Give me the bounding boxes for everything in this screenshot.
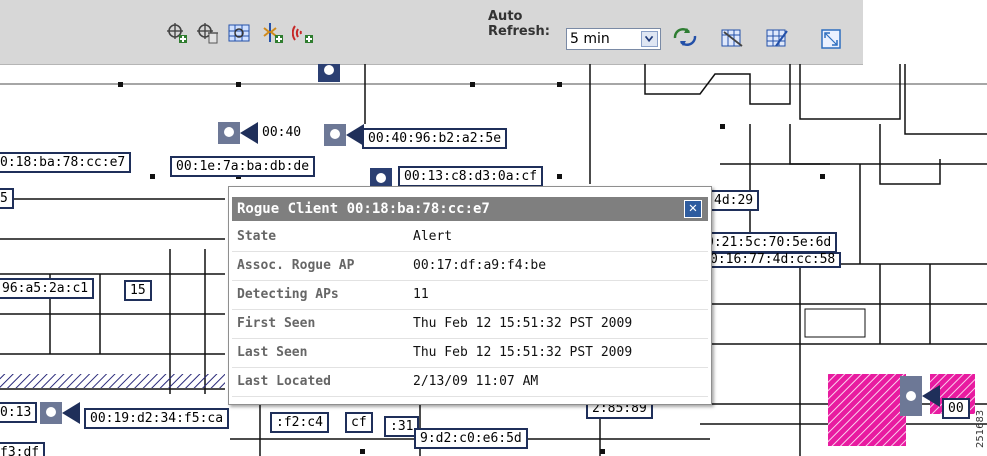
mac-tag[interactable]: 0:21:5c:70:5e:6d [700, 232, 838, 253]
auto-refresh-label: Auto Refresh: [488, 9, 550, 39]
detail-row-detecting-aps: Detecting APs 11 [232, 281, 708, 310]
grid-icon[interactable] [228, 22, 250, 44]
detail-row-assoc-rogue-ap: Assoc. Rogue AP 00:17:df:a9:f4:be [232, 252, 708, 281]
rogue-client-popup: Rogue Client 00:18:ba:78:cc:e7 ✕ State A… [228, 186, 712, 405]
mac-tag[interactable]: 15 [124, 280, 152, 301]
refresh-tools-icon[interactable] [671, 26, 699, 48]
rogue-client-marker[interactable] [900, 376, 940, 416]
detail-row-state: State Alert [232, 223, 708, 252]
detail-label: First Seen [237, 316, 316, 331]
add-marker-icon[interactable] [166, 22, 188, 44]
mac-tag[interactable]: :f2:c4 [270, 412, 329, 433]
figure-code: 251683 [975, 409, 986, 448]
mac-tag[interactable]: 00:19:d2:34:f5:ca [84, 408, 230, 429]
add-trash-icon[interactable] [196, 22, 218, 44]
mac-tag[interactable]: 00 [942, 398, 970, 419]
detail-value: 11 [413, 287, 429, 302]
mac-tag[interactable]: 0:16:77:4d:cc:58 [704, 252, 842, 268]
mac-tag[interactable]: f3:df [0, 442, 46, 456]
mac-tag[interactable]: 4d:29 [708, 190, 760, 211]
mac-tag[interactable]: 0:13 [0, 402, 38, 423]
mac-tag[interactable]: 96:a5:2a:c1 [0, 278, 95, 299]
detail-label: Detecting APs [237, 287, 339, 302]
mac-tag[interactable]: cf [345, 412, 373, 433]
detail-value: Alert [413, 229, 453, 244]
fullscreen-icon[interactable] [820, 28, 842, 50]
mac-tag[interactable]: 00:40 [258, 124, 305, 141]
detail-value: Thu Feb 12 15:51:32 PST 2009 [413, 345, 633, 360]
building-zoom-icon[interactable] [720, 27, 746, 49]
detail-label: Last Seen [237, 345, 308, 360]
mac-tag[interactable]: 5 [0, 188, 14, 209]
rogue-client-marker[interactable] [324, 124, 364, 146]
rogue-client-marker[interactable] [318, 64, 340, 82]
detail-row-last-located: Last Located 2/13/09 11:07 AM [232, 368, 708, 397]
detail-row-first-seen: First Seen Thu Feb 12 15:51:32 PST 2009 [232, 310, 708, 339]
rogue-client-marker[interactable] [218, 122, 258, 144]
detail-value: Thu Feb 12 15:51:32 PST 2009 [413, 316, 633, 331]
rogue-client-marker[interactable] [40, 402, 80, 424]
detail-value: 2/13/09 11:07 AM [413, 374, 539, 389]
close-icon[interactable]: ✕ [689, 200, 697, 216]
mac-tag[interactable]: 0:18:ba:78:cc:e7 [0, 152, 132, 173]
signal-add-icon[interactable] [292, 22, 314, 44]
detail-value: 00:17:df:a9:f4:be [413, 258, 547, 273]
detail-label: State [237, 229, 277, 244]
grid-edit-icon[interactable] [766, 27, 788, 49]
auto-refresh-select[interactable]: 5 min [566, 28, 661, 50]
detail-label: Assoc. Rogue AP [237, 258, 355, 273]
mac-tag[interactable]: 00:13:c8:d3:0a:cf [398, 166, 544, 187]
detail-row-last-seen: Last Seen Thu Feb 12 15:51:32 PST 2009 [232, 339, 708, 368]
detail-label: Last Located [237, 374, 331, 389]
map-toolbar: Auto Refresh: 5 min [0, 0, 863, 65]
mac-tag[interactable]: 9:d2:c0:e6:5d [414, 428, 528, 449]
popup-header: Rogue Client 00:18:ba:78:cc:e7 ✕ [232, 197, 708, 221]
popup-details-table: State Alert Assoc. Rogue AP 00:17:df:a9:… [232, 223, 708, 397]
filter-add-icon[interactable] [262, 22, 284, 44]
mac-tag[interactable]: 00:1e:7a:ba:db:de [170, 156, 316, 177]
popup-title: Rogue Client 00:18:ba:78:cc:e7 [237, 201, 490, 217]
auto-refresh-value: 5 min [570, 31, 610, 47]
close-button[interactable]: ✕ [684, 200, 702, 218]
chevron-down-icon[interactable] [641, 31, 658, 47]
mac-tag[interactable]: 00:40:96:b2:a2:5e [362, 128, 508, 149]
